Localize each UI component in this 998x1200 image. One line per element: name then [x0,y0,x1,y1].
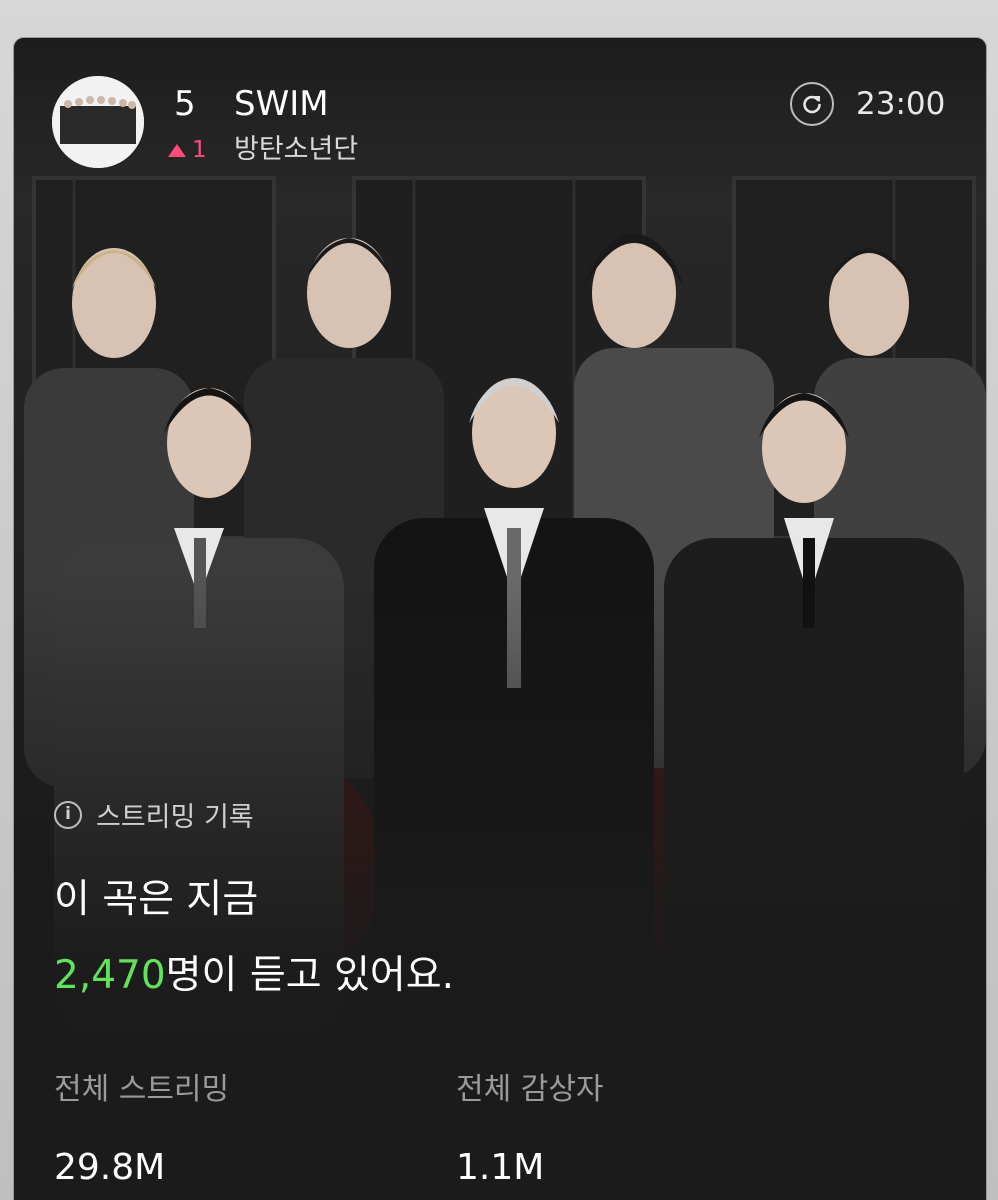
rank-change-value: 1 [192,137,207,163]
listener-count: 2,470 [54,953,166,998]
total-streams-label: 전체 스트리밍 [54,1072,230,1107]
now-listening-line2: 2,470명이 듣고 있어요. [54,952,454,1000]
rank-change: 1 [168,136,207,164]
listener-suffix: 명이 듣고 있어요. [165,953,455,998]
streaming-record-label: 스트리밍 기록 [96,802,254,833]
refresh-button[interactable] [790,82,834,126]
total-listeners-label: 전체 감상자 [456,1072,604,1107]
total-listeners-value: 1.1M [456,1147,545,1188]
rank-up-icon [168,143,186,157]
chart-time: 23:00 [856,86,946,122]
chart-rank: 5 [174,84,196,124]
streaming-record-row[interactable]: i 스트리밍 기록 [54,795,254,834]
total-streams-value: 29.8M [54,1147,166,1188]
info-icon[interactable]: i [54,800,82,829]
header-shade [14,38,986,198]
artist-avatar [52,76,144,168]
refresh-icon [803,95,821,114]
chart-card[interactable]: 5 1 SWIM 방탄소년단 23:00 i 스트리밍 기록 이 곡은 지금 2… [14,38,986,1200]
artist-name[interactable]: 방탄소년단 [234,134,358,166]
now-listening-line1: 이 곡은 지금 [54,877,259,922]
song-title[interactable]: SWIM [234,84,329,124]
screen-frame: 5 1 SWIM 방탄소년단 23:00 i 스트리밍 기록 이 곡은 지금 2… [0,0,998,1200]
